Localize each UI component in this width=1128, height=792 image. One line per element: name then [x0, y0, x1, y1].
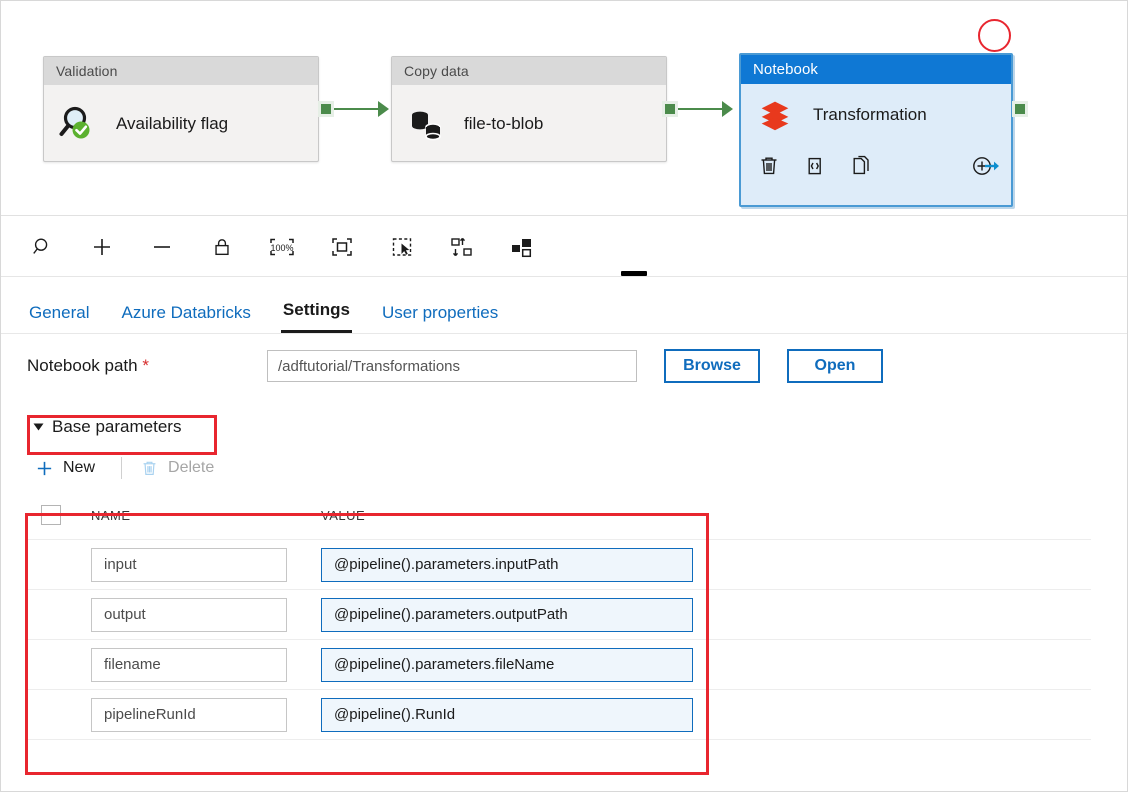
connector-line: [334, 108, 378, 110]
settings-panel: Notebook path * Browse Open Base paramet…: [1, 335, 1127, 753]
add-output-icon[interactable]: [971, 154, 999, 178]
lock-icon[interactable]: [205, 230, 239, 264]
delete-icon[interactable]: [757, 154, 781, 178]
parameter-name-cell: [91, 547, 321, 582]
connector-arrow-icon: [722, 101, 733, 117]
notebook-path-label-text: Notebook path: [27, 356, 138, 375]
connector-handle[interactable]: [318, 101, 334, 117]
delete-parameter-label: Delete: [168, 459, 215, 476]
parameter-name-input[interactable]: [91, 697, 287, 732]
zoom-level-text: 100%: [270, 243, 293, 253]
activity-node-copy-data[interactable]: Copy data file-to-blob: [391, 56, 667, 162]
node-name-label: Availability flag: [116, 113, 229, 133]
zoom-search-icon[interactable]: [25, 230, 59, 264]
plus-icon: [37, 461, 52, 475]
tab-general[interactable]: General: [27, 303, 91, 333]
parameter-value-cell: [321, 697, 693, 732]
browse-button[interactable]: Browse: [664, 349, 760, 383]
node-type-label: Copy data: [392, 57, 666, 85]
table-header-row: NAME VALUE: [27, 491, 1091, 539]
pipeline-canvas[interactable]: Validation Availability flag Copy data f…: [1, 1, 1127, 216]
parameter-value-input[interactable]: [321, 547, 693, 582]
select-pointer-icon[interactable]: [385, 230, 419, 264]
annotation-red-circle: [978, 19, 1011, 52]
base-parameters-table: NAME VALUE: [27, 491, 1091, 753]
zoom-in-icon[interactable]: [85, 230, 119, 264]
table-row[interactable]: [27, 539, 1091, 589]
tab-azure-databricks[interactable]: Azure Databricks: [119, 303, 252, 333]
zoom-100-icon[interactable]: 100%: [265, 230, 299, 264]
delete-parameter-button[interactable]: Delete: [136, 455, 228, 482]
node-type-label: Notebook: [741, 55, 1011, 84]
command-separator: [121, 457, 123, 479]
trash-icon: [143, 461, 156, 475]
database-copy-icon: [406, 103, 448, 145]
parameter-name-cell: [91, 597, 321, 632]
node-type-label: Validation: [44, 57, 318, 85]
auto-align-icon[interactable]: [445, 230, 479, 264]
activity-node-notebook[interactable]: Notebook Transformation: [739, 53, 1013, 207]
node-name-label: file-to-blob: [464, 113, 544, 133]
connector-handle[interactable]: [1012, 101, 1028, 117]
base-parameters-command-bar[interactable]: New Delete: [1, 445, 1127, 491]
parameter-value-cell: [321, 547, 693, 582]
parameter-value-input[interactable]: [321, 597, 693, 632]
notebook-path-input[interactable]: [267, 350, 637, 382]
parameter-value-input[interactable]: [321, 697, 693, 732]
connector-arrow-icon: [378, 101, 389, 117]
table-row[interactable]: [27, 689, 1091, 739]
parameter-name-cell: [91, 697, 321, 732]
parameter-value-cell: [321, 597, 693, 632]
tab-user-properties[interactable]: User properties: [380, 303, 500, 333]
zoom-out-icon[interactable]: [145, 230, 179, 264]
chevron-down-icon: [33, 423, 44, 431]
table-footer-divider: [27, 739, 1091, 753]
notebook-path-label: Notebook path *: [27, 356, 267, 376]
parameter-name-input[interactable]: [91, 647, 287, 682]
parameter-name-cell: [91, 647, 321, 682]
databricks-icon: [755, 94, 797, 136]
canvas-toolbar[interactable]: 100%: [1, 217, 1127, 277]
new-parameter-button[interactable]: New: [31, 455, 109, 482]
base-parameters-label: Base parameters: [52, 417, 182, 436]
panel-resize-grip[interactable]: [621, 271, 647, 276]
magnifier-check-icon: [58, 103, 100, 145]
clone-icon[interactable]: [849, 154, 873, 178]
node-name-label: Transformation: [813, 105, 927, 124]
properties-tab-bar[interactable]: General Azure Databricks Settings User p…: [1, 278, 1127, 334]
new-parameter-label: New: [63, 459, 96, 476]
tab-settings[interactable]: Settings: [280, 300, 352, 333]
column-header-name: NAME: [91, 507, 131, 523]
parameter-value-input[interactable]: [321, 647, 693, 682]
required-marker: *: [142, 356, 149, 375]
table-row[interactable]: [27, 589, 1091, 639]
parameter-name-input[interactable]: [91, 597, 287, 632]
code-icon[interactable]: [803, 154, 827, 178]
parameter-value-cell: [321, 647, 693, 682]
table-row[interactable]: [27, 639, 1091, 689]
connector-line: [678, 108, 722, 110]
layout-icon[interactable]: [505, 230, 539, 264]
notebook-path-row: Notebook path * Browse Open: [1, 335, 1127, 397]
column-header-value: VALUE: [321, 507, 366, 523]
open-button[interactable]: Open: [787, 349, 883, 383]
activity-node-validation[interactable]: Validation Availability flag: [43, 56, 319, 162]
parameter-name-input[interactable]: [91, 547, 287, 582]
adf-pipeline-editor: Validation Availability flag Copy data f…: [0, 0, 1128, 792]
base-parameters-section-header[interactable]: Base parameters: [27, 409, 209, 445]
connector-handle[interactable]: [662, 101, 678, 117]
fit-to-screen-icon[interactable]: [325, 230, 359, 264]
select-all-checkbox[interactable]: [41, 505, 61, 525]
